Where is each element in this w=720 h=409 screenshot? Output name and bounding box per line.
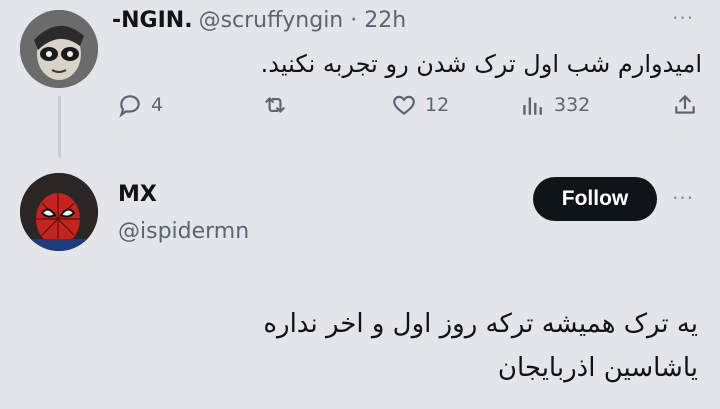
- tweet2-text-line1: یه ترک همیشه ترکه روز اول و اخر نداره: [263, 309, 698, 339]
- tweet1-display-name[interactable]: -NGIN.: [112, 8, 193, 33]
- tweet1-text: امیدوارم شب اول ترک شدن رو تجربه نکنید.: [260, 50, 702, 78]
- share-button[interactable]: [672, 92, 698, 118]
- thread-connector-line: [58, 96, 61, 158]
- reply-count: 4: [151, 94, 164, 116]
- view-count: 332: [554, 94, 591, 116]
- retweet-button[interactable]: [262, 92, 288, 118]
- more-icon[interactable]: ···: [672, 186, 694, 210]
- avatar-ngin[interactable]: [20, 10, 98, 88]
- tweet1-handle-time[interactable]: @scruffyngin · 22h: [199, 8, 407, 33]
- more-icon[interactable]: ···: [672, 6, 694, 30]
- tweet2-handle[interactable]: @ispidermn: [118, 219, 249, 244]
- views-button[interactable]: 332: [520, 92, 590, 118]
- tweet2-text-line2: یاشاسین اذربایجان: [497, 353, 698, 383]
- avatar-mx[interactable]: [20, 173, 98, 251]
- views-icon: [520, 92, 546, 118]
- reply-button[interactable]: 4: [117, 92, 163, 118]
- tweet1-header: -NGIN. @scruffyngin · 22h: [112, 8, 406, 33]
- like-count: 12: [425, 94, 450, 116]
- like-button[interactable]: 12: [391, 92, 449, 118]
- tweet2-display-name[interactable]: MX: [118, 182, 157, 207]
- retweet-icon: [262, 92, 288, 118]
- follow-button[interactable]: Follow: [533, 177, 657, 221]
- tweet2-text: یه ترک همیشه ترکه روز اول و اخر نداره یا…: [263, 302, 698, 390]
- reply-icon: [117, 92, 143, 118]
- share-icon: [672, 92, 698, 118]
- heart-icon: [391, 92, 417, 118]
